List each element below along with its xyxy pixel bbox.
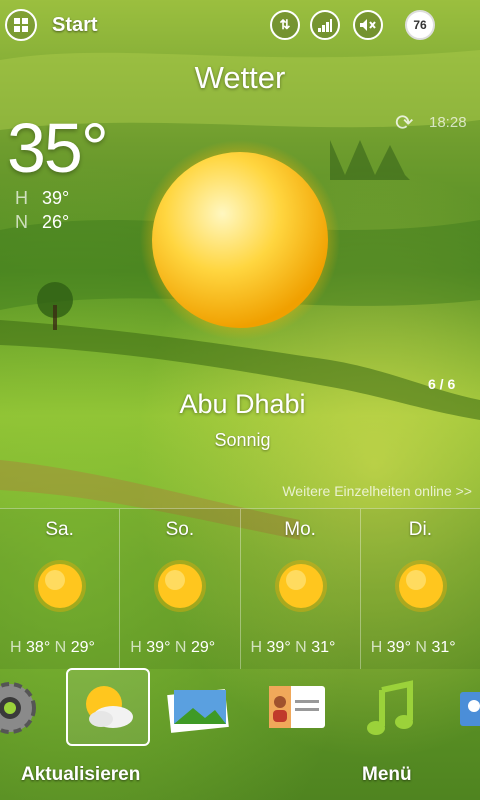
forecast-day-name: So. <box>165 519 195 540</box>
forecast-temps: H 39° N 31° <box>250 639 336 656</box>
sun-weather-icon <box>140 140 340 340</box>
high-label: H <box>15 188 28 208</box>
forecast-day[interactable]: Sa. H 38° N 29° <box>0 509 121 669</box>
softkey-bar: Aktualisieren Menü <box>0 750 480 800</box>
contacts-tab-icon[interactable] <box>265 678 335 740</box>
page-indicator: 6 / 6 <box>428 376 456 392</box>
start-label[interactable]: Start <box>52 14 98 37</box>
low-value: 26° <box>42 212 70 232</box>
today-high: H 39° <box>15 188 69 209</box>
forecast-day[interactable]: Di. H 39° N 31° <box>361 509 480 669</box>
tab-bar <box>0 668 480 748</box>
windows-start-icon[interactable] <box>5 9 37 41</box>
low-label: N <box>15 212 28 232</box>
forecast-strip: Sa. H 38° N 29° So. H 39° N 29° Mo. H 39… <box>0 508 480 669</box>
sun-icon <box>394 560 447 612</box>
weather-title: Wetter <box>194 60 286 95</box>
today-low: N 26° <box>15 212 69 233</box>
weather-condition: Sonnig <box>214 430 271 450</box>
settings-gear-icon[interactable] <box>0 678 50 740</box>
forecast-day[interactable]: So. H 39° N 29° <box>120 509 241 669</box>
forecast-day-name: Mo. <box>284 519 316 540</box>
weather-tab-icon[interactable] <box>66 668 150 746</box>
volume-muted-icon[interactable] <box>353 10 383 40</box>
refresh-softkey[interactable]: Aktualisieren <box>21 764 140 786</box>
data-connection-icon[interactable]: ⇅ <box>270 10 300 40</box>
forecast-day[interactable]: Mo. H 39° N 31° <box>241 509 361 669</box>
forecast-temps: H 39° N 29° <box>130 639 216 656</box>
status-bar: Start ⇅ 76 <box>0 0 480 52</box>
menu-softkey[interactable]: Menü <box>362 764 412 786</box>
sun-icon <box>274 560 327 612</box>
people-tab-icon[interactable] <box>458 678 480 740</box>
current-temperature: 35° <box>7 109 109 187</box>
music-tab-icon[interactable] <box>360 678 430 740</box>
more-details-link[interactable]: Weitere Einzelheiten online >> <box>282 483 472 499</box>
high-value: 39° <box>42 188 70 208</box>
battery-icon[interactable]: 76 <box>405 10 435 40</box>
refresh-icon[interactable]: ⟳ <box>395 110 413 136</box>
forecast-temps: H 39° N 31° <box>370 639 456 656</box>
update-time: 18:28 <box>429 114 467 131</box>
sun-icon <box>34 560 86 612</box>
photos-tab-icon[interactable] <box>165 678 235 740</box>
sun-icon <box>154 560 207 612</box>
forecast-temps: H 38° N 29° <box>10 639 95 656</box>
forecast-day-name: Di. <box>408 519 432 540</box>
signal-strength-icon[interactable] <box>310 10 340 40</box>
forecast-day-name: Sa. <box>45 519 74 540</box>
city-name: Abu Dhabi <box>179 389 306 419</box>
